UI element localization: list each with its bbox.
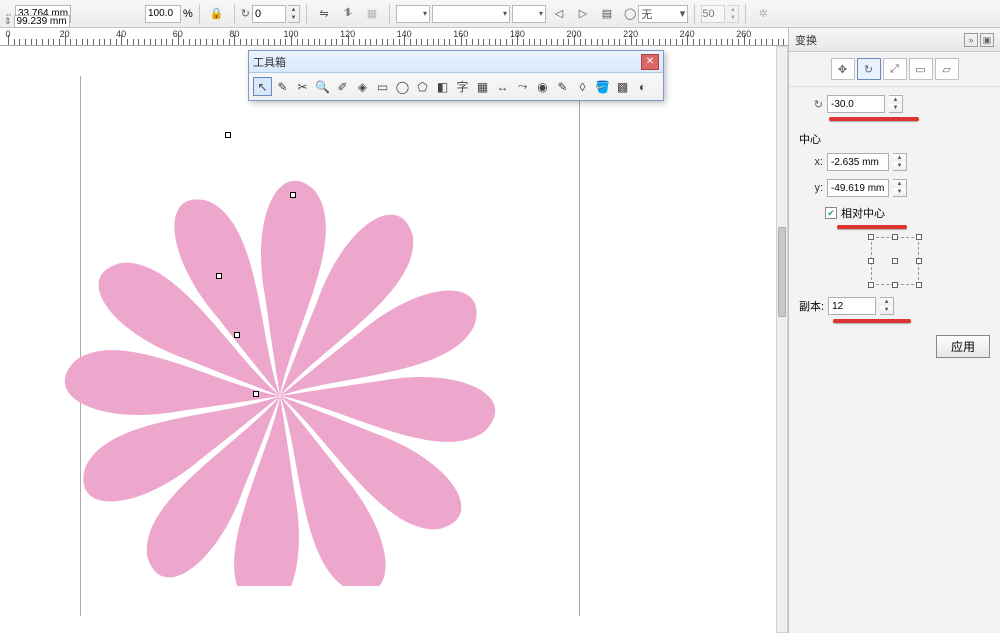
page-spinner[interactable]: ▲▼ — [727, 5, 739, 23]
rotation-input[interactable] — [252, 5, 286, 23]
mirror-h-icon[interactable]: ⇋ — [313, 3, 335, 25]
zoom-tool-icon[interactable]: 🔍 — [313, 77, 332, 96]
flower-artwork[interactable] — [40, 106, 520, 586]
align-icon[interactable]: ▦ — [361, 3, 383, 25]
separator — [234, 4, 235, 24]
vertical-scrollbar[interactable] — [776, 46, 788, 633]
rotate-angle-icon: ↻ — [799, 98, 823, 111]
fill-dropdown[interactable]: ▾ — [396, 5, 430, 23]
docker-header[interactable]: 变换 » ▣ — [789, 28, 1000, 52]
center-section-label: 中心 — [799, 131, 990, 147]
property-bar: ⇔ ⇕ % 🔒 ↻ ▲▼ ⇋ ⥮ ▦ ▾ ▾ ▾ ◁ ▷ ▤ ◯ 无▾ ▲▼ ✲ — [0, 0, 1000, 28]
mesh-tool-icon[interactable]: ▩ — [613, 77, 632, 96]
object-position-y: ⇕ — [4, 14, 70, 28]
selection-handle[interactable] — [225, 132, 231, 138]
x-spinner[interactable]: ▲▼ — [893, 153, 907, 171]
transform-tabs: ✥ ↻ ⤢ ▭ ▱ — [789, 52, 1000, 87]
basic-shapes-icon[interactable]: ◧ — [433, 77, 452, 96]
separator — [745, 4, 746, 24]
selection-handle[interactable] — [234, 332, 240, 338]
tab-skew-icon[interactable]: ▱ — [935, 58, 959, 80]
relative-center-label: 相对中心 — [841, 205, 885, 221]
tab-size-icon[interactable]: ▭ — [909, 58, 933, 80]
pick-tool-icon[interactable]: ↖ — [253, 77, 272, 96]
toolbox-titlebar[interactable]: 工具箱 ✕ — [249, 51, 663, 73]
outline-color-dropdown[interactable]: ▾ — [432, 5, 510, 23]
transform-docker: 变换 » ▣ ✥ ↻ ⤢ ▭ ▱ ↻ ▲▼ 中心 x: ▲▼ y: ▲▼ — [788, 28, 1000, 633]
selection-handle[interactable] — [290, 192, 296, 198]
lock-ratio-icon[interactable]: 🔒 — [206, 3, 228, 25]
outline-width-icon: ◯ — [624, 7, 636, 20]
rotate-panel: ↻ ▲▼ 中心 x: ▲▼ y: ▲▼ ✔ 相对中心 副本: — [789, 87, 1000, 337]
table-tool-icon[interactable]: ▦ — [473, 77, 492, 96]
crop-tool-icon[interactable]: ✂ — [293, 77, 312, 96]
rotate-icon: ↻ — [241, 7, 250, 20]
mirror-v-icon[interactable]: ⥮ — [337, 3, 359, 25]
shape-tool-icon[interactable]: ✎ — [273, 77, 292, 96]
center-x-input[interactable] — [827, 153, 889, 171]
scale-x: % — [145, 5, 193, 23]
scale-x-input[interactable] — [145, 5, 181, 23]
toolbox-window[interactable]: 工具箱 ✕ ↖ ✎ ✂ 🔍 ✐ ◈ ▭ ◯ ⬠ ◧ 字 ▦ ↔ ⤳ ◉ ✎ ◊ … — [248, 50, 664, 101]
arrow-start-icon[interactable]: ◁ — [548, 3, 570, 25]
outline-width-dropdown[interactable]: 无▾ — [638, 5, 688, 23]
docker-close-icon[interactable]: ▣ — [980, 33, 994, 47]
blend-tool-icon[interactable]: ◉ — [533, 77, 552, 96]
dropper-tool-icon[interactable]: ✎ — [553, 77, 572, 96]
relative-center-checkbox[interactable]: ✔ — [825, 207, 837, 219]
separator — [389, 4, 390, 24]
transparency-tool-icon[interactable]: ◐ — [633, 77, 652, 96]
docker-collapse-icon[interactable]: » — [964, 33, 978, 47]
separator — [306, 4, 307, 24]
dimension-tool-icon[interactable]: ↔ — [493, 77, 512, 96]
x-label: x: — [799, 156, 823, 168]
rotation-spinner[interactable]: ▲▼ — [889, 95, 903, 113]
separator — [694, 4, 695, 24]
copies-label: 副本: — [799, 298, 824, 314]
y-label: y: — [799, 182, 823, 194]
canvas[interactable] — [0, 46, 788, 633]
selection-handle[interactable] — [216, 273, 222, 279]
rotation-angle-input[interactable] — [827, 95, 885, 113]
outline-tool-icon[interactable]: ◊ — [573, 77, 592, 96]
rotation-spinner[interactable]: ▲▼ — [288, 5, 300, 23]
toolbox-title-label: 工具箱 — [253, 54, 286, 70]
center-y-input[interactable] — [827, 179, 889, 197]
connector-tool-icon[interactable]: ⤳ — [513, 77, 532, 96]
apply-button[interactable]: 应用 — [936, 335, 990, 358]
arrow-end-icon[interactable]: ▷ — [572, 3, 594, 25]
close-icon[interactable]: ✕ — [641, 54, 659, 70]
tab-position-icon[interactable]: ✥ — [831, 58, 855, 80]
toolbox-body: ↖ ✎ ✂ 🔍 ✐ ◈ ▭ ◯ ⬠ ◧ 字 ▦ ↔ ⤳ ◉ ✎ ◊ 🪣 ▩ ◐ — [249, 73, 663, 100]
annotation-underline — [833, 319, 911, 323]
ellipse-tool-icon[interactable]: ◯ — [393, 77, 412, 96]
page-num-input[interactable] — [701, 5, 725, 23]
pos-y-input[interactable] — [14, 15, 70, 28]
smartfill-tool-icon[interactable]: ◈ — [353, 77, 372, 96]
annotation-underline — [829, 117, 919, 121]
polygon-tool-icon[interactable]: ⬠ — [413, 77, 432, 96]
outline-style-dropdown[interactable]: ▾ — [512, 5, 546, 23]
snap-icon[interactable]: ✲ — [752, 3, 774, 25]
anchor-grid[interactable] — [871, 237, 919, 285]
freehand-tool-icon[interactable]: ✐ — [333, 77, 352, 96]
fill-tool-icon[interactable]: 🪣 — [593, 77, 612, 96]
wrap-icon[interactable]: ▤ — [596, 3, 618, 25]
separator — [199, 4, 200, 24]
tab-rotate-icon[interactable]: ↻ — [857, 58, 881, 80]
tab-scale-icon[interactable]: ⤢ — [883, 58, 907, 80]
docker-title: 变换 — [795, 32, 817, 48]
text-tool-icon[interactable]: 字 — [453, 77, 472, 96]
copies-input[interactable] — [828, 297, 876, 315]
y-spinner[interactable]: ▲▼ — [893, 179, 907, 197]
annotation-underline — [837, 225, 907, 229]
selection-handle[interactable] — [253, 391, 259, 397]
rectangle-tool-icon[interactable]: ▭ — [373, 77, 392, 96]
percent-label: % — [183, 8, 193, 20]
copies-spinner[interactable]: ▲▼ — [880, 297, 894, 315]
scrollbar-thumb[interactable] — [778, 227, 786, 317]
